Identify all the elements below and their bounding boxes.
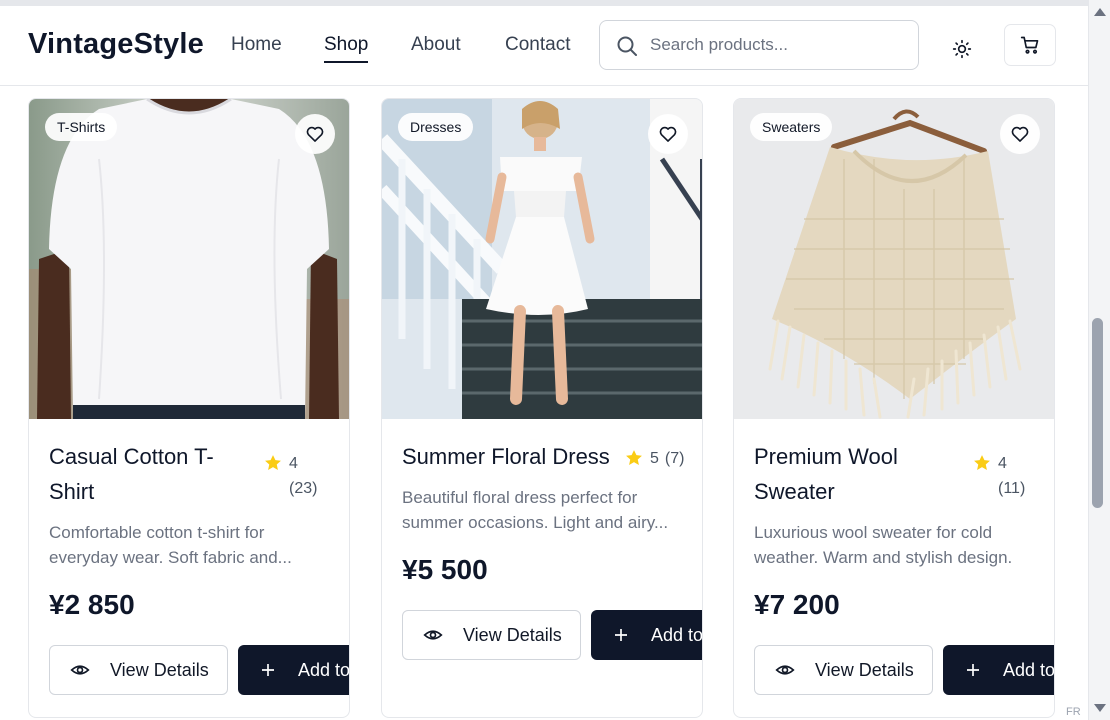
heart-icon (1011, 126, 1029, 142)
nav-link-home[interactable]: Home (231, 34, 282, 56)
site-header: VintageStyle Home Shop About Contact (0, 6, 1088, 86)
category-badge: Dresses (398, 113, 474, 141)
add-to-cart-button[interactable]: Add to (591, 610, 703, 660)
favorite-button[interactable] (295, 114, 335, 154)
product-rating: 4 (11) (972, 451, 1025, 501)
favorite-button[interactable] (1000, 114, 1040, 154)
page-viewport: T-Shirts Casual Cotton T-Shirt 4 (23) Co… (0, 0, 1088, 720)
product-image[interactable]: Sweaters (734, 99, 1054, 419)
star-icon (626, 450, 642, 465)
view-details-button[interactable]: View Details (754, 645, 933, 695)
add-to-cart-label: Add to (298, 659, 350, 680)
site-logo[interactable]: VintageStyle (28, 28, 204, 61)
product-rating: 5 (7) (624, 446, 684, 471)
eye-icon (423, 630, 443, 640)
cart-button[interactable] (1004, 24, 1056, 66)
view-details-label: View Details (463, 624, 562, 645)
review-count: (23) (289, 480, 318, 497)
nav-link-shop[interactable]: Shop (324, 34, 369, 63)
scrollbar-thumb[interactable] (1092, 318, 1103, 508)
product-image[interactable]: Dresses (382, 99, 702, 419)
eye-icon (775, 665, 795, 675)
add-to-cart-button[interactable]: Add to (943, 645, 1055, 695)
product-card: Dresses Summer Floral Dress 5 (7) Beauti… (381, 98, 703, 718)
plus-icon (615, 629, 627, 641)
heart-icon (306, 126, 324, 142)
star-icon (974, 455, 990, 470)
nav-link-about[interactable]: About (411, 34, 461, 56)
product-image[interactable]: T-Shirts (29, 99, 349, 419)
product-title[interactable]: Summer Floral Dress (402, 439, 622, 474)
eye-icon (70, 665, 90, 675)
view-details-label: View Details (815, 659, 914, 680)
search-box (599, 20, 919, 70)
product-price: ¥2 850 (49, 589, 135, 620)
scroll-up-arrow-icon[interactable] (1094, 8, 1106, 16)
add-to-cart-button[interactable]: Add to (238, 645, 350, 695)
product-description: Comfortable cotton t-shirt for everyday … (49, 523, 292, 567)
locale-indicator: FR (1066, 706, 1081, 718)
product-card: Sweaters Premium Wool Sweater 4 (11) Lux… (733, 98, 1055, 718)
favorite-button[interactable] (648, 114, 688, 154)
scroll-down-arrow-icon[interactable] (1094, 704, 1106, 712)
category-badge: Sweaters (750, 113, 833, 141)
page-scrollbar[interactable] (1088, 0, 1110, 720)
rating-value: 4 (998, 455, 1007, 472)
rating-value: 4 (289, 455, 298, 472)
view-details-label: View Details (110, 659, 209, 680)
search-input[interactable] (650, 31, 905, 59)
heart-icon (659, 126, 677, 142)
star-icon (265, 455, 281, 470)
theme-toggle-button[interactable] (946, 33, 978, 65)
product-price: ¥5 500 (402, 554, 488, 585)
add-to-cart-label: Add to (651, 624, 703, 645)
product-card: T-Shirts Casual Cotton T-Shirt 4 (23) Co… (28, 98, 350, 718)
product-description: Beautiful floral dress perfect for summe… (402, 488, 669, 532)
add-to-cart-label: Add to (1003, 659, 1055, 680)
plus-icon (967, 664, 979, 676)
rating-value: 5 (650, 450, 659, 467)
review-count: (11) (998, 480, 1026, 497)
product-rating: 4 (23) (263, 451, 317, 501)
review-count: (7) (664, 450, 685, 467)
plus-icon (262, 664, 274, 676)
product-description: Luxurious wool sweater for cold weather.… (754, 523, 1013, 567)
search-icon (617, 36, 637, 56)
cart-icon (1020, 36, 1039, 54)
product-price: ¥7 200 (754, 589, 840, 620)
sun-icon (952, 39, 972, 59)
product-title[interactable]: Casual Cotton T-Shirt (49, 439, 249, 509)
product-title[interactable]: Premium Wool Sweater (754, 439, 954, 509)
category-badge: T-Shirts (45, 113, 118, 141)
view-details-button[interactable]: View Details (402, 610, 581, 660)
view-details-button[interactable]: View Details (49, 645, 228, 695)
nav-link-contact[interactable]: Contact (505, 34, 570, 56)
